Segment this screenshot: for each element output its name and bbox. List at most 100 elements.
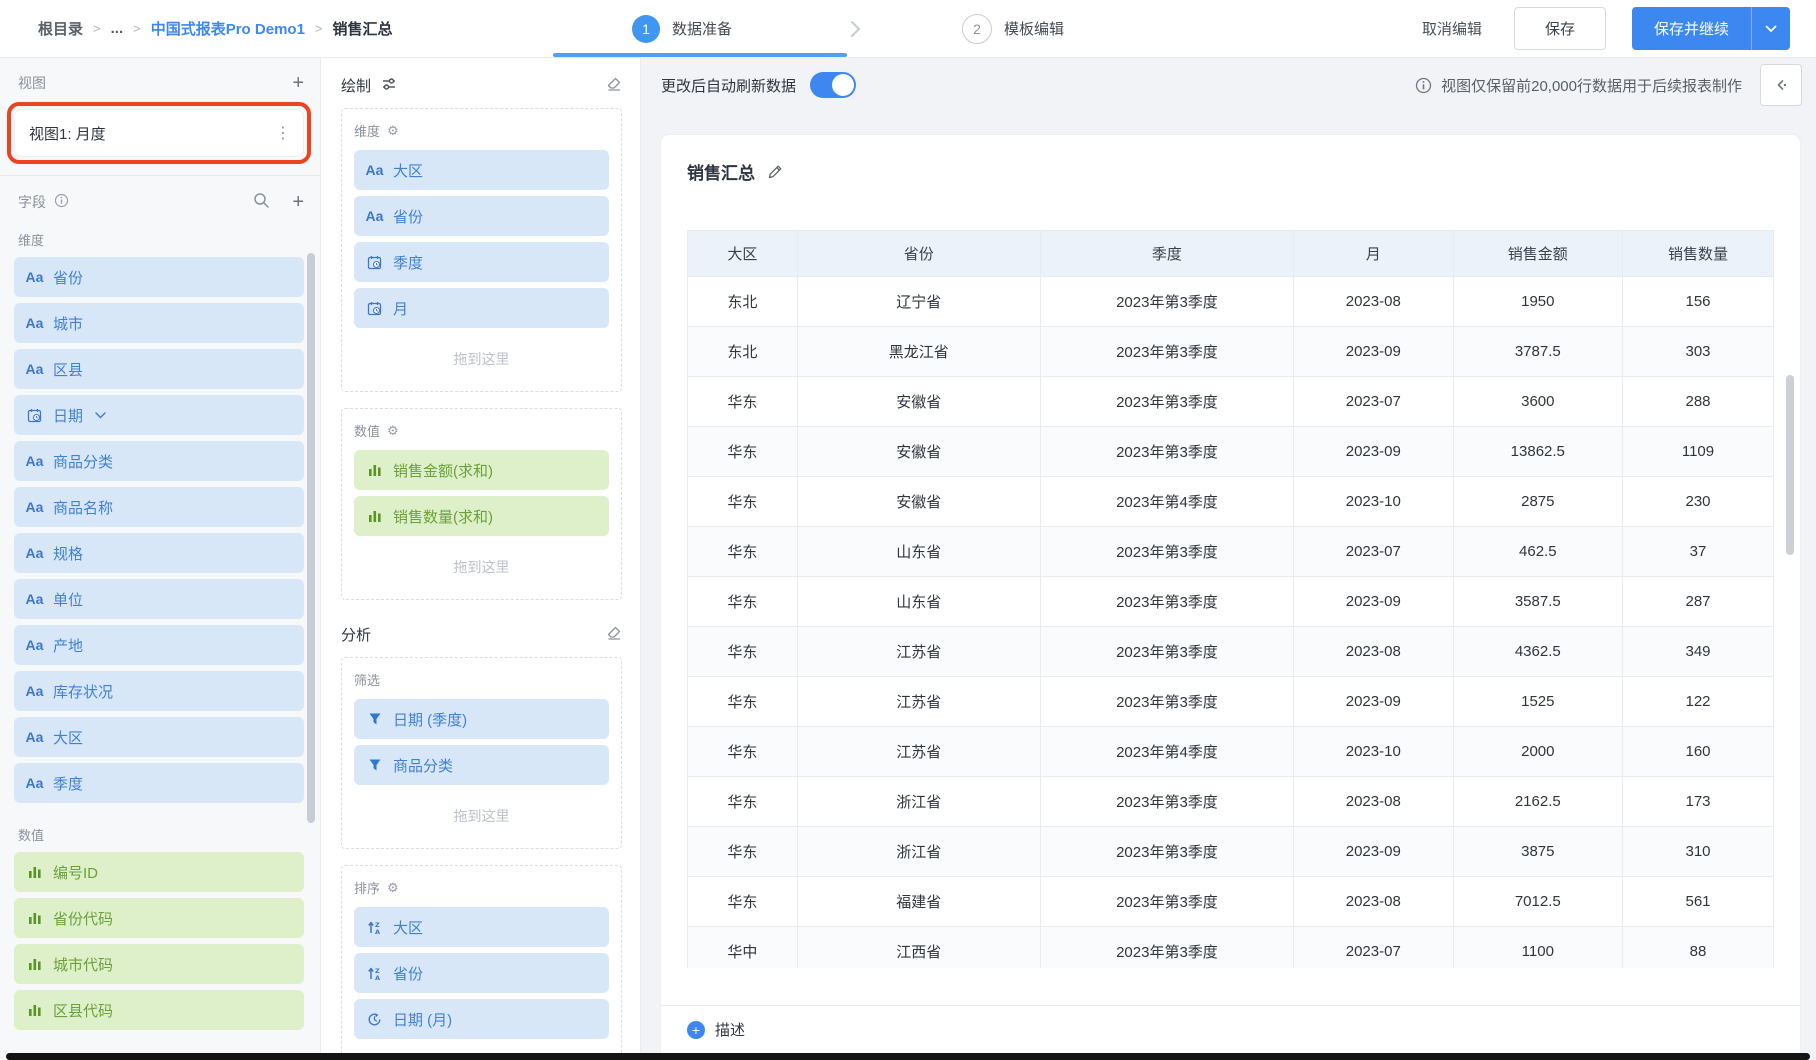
add-description-icon[interactable]: + xyxy=(687,1020,705,1039)
field-chip[interactable]: Aa 规格 xyxy=(14,533,304,573)
add-view-button[interactable]: + xyxy=(292,73,304,93)
field-chip[interactable]: 月 xyxy=(354,288,609,328)
table-cell: 2023-08 xyxy=(1292,626,1454,677)
table-cell: 华东 xyxy=(687,726,798,777)
field-chip[interactable]: 销售数量(求和) xyxy=(354,496,609,536)
step-data-preparation[interactable]: 1 数据准备 xyxy=(632,0,732,57)
field-chip[interactable]: Aa 省份 xyxy=(354,196,609,236)
main-content: 更改后自动刷新数据 视图仅保留前20,000行数据用于后续报表制作 销售汇总 大… xyxy=(641,57,1816,1060)
search-fields-icon[interactable] xyxy=(253,192,270,212)
info-icon xyxy=(54,193,69,211)
draw-dimensions-label: 维度 ⚙ xyxy=(354,122,399,140)
field-chip[interactable]: Aa 大区 xyxy=(354,150,609,190)
field-chip[interactable]: Aa 产地 xyxy=(14,625,304,665)
field-chip[interactable]: 销售金额(求和) xyxy=(354,450,609,490)
drop-hint: 拖到这里 xyxy=(453,559,510,575)
field-chip[interactable]: Aa 省份 xyxy=(14,257,304,297)
table-row: 华东 江苏省 2023年第3季度 2023-08 4362.5 349 xyxy=(687,626,1774,677)
analysis-header: 分析 xyxy=(321,616,640,657)
bar-chart-icon xyxy=(26,911,43,925)
clear-draw-eraser-icon[interactable] xyxy=(606,76,622,96)
collapse-icon xyxy=(1777,80,1786,90)
field-chip[interactable]: 日期 (季度) xyxy=(354,699,609,739)
cancel-edit-button[interactable]: 取消编辑 xyxy=(1416,17,1488,40)
table-cell: 2023年第3季度 xyxy=(1039,426,1294,477)
field-chip-label: 城市 xyxy=(53,315,84,333)
row-limit-notice: 视图仅保留前20,000行数据用于后续报表制作 xyxy=(1415,75,1742,96)
sidebar-scrollbar[interactable] xyxy=(307,253,315,823)
field-chip-label: 大区 xyxy=(53,729,84,747)
left-sidebar: 视图 + 视图1: 月度 ⋮ 字段 + 维度 Aa 省份 Aa 城市 Aa 区县 日期 Aa 商… xyxy=(0,57,321,1060)
field-chip[interactable]: Aa 季度 xyxy=(14,763,304,803)
table-cell: 2023-07 xyxy=(1292,526,1454,577)
table-cell: 华东 xyxy=(687,576,798,627)
breadcrumb-parent[interactable]: 中国式报表Pro Demo1 xyxy=(151,18,305,39)
sliders-icon[interactable] xyxy=(381,76,397,96)
field-chip-label: 编号ID xyxy=(53,864,99,882)
table-cell: 东北 xyxy=(687,276,798,327)
field-chip[interactable]: Aa 商品分类 xyxy=(14,441,304,481)
table-row: 华东 福建省 2023年第3季度 2023-08 7012.5 561 xyxy=(687,876,1774,927)
column-header: 销售数量 xyxy=(1622,230,1774,277)
table-scrollbar[interactable] xyxy=(1786,375,1794,555)
field-chip[interactable]: 区县代码 xyxy=(14,990,304,1030)
field-chip[interactable]: Aa 库存状况 xyxy=(14,671,304,711)
field-chip[interactable]: Aa 区县 xyxy=(14,349,304,389)
save-and-continue-button[interactable]: 保存并继续 xyxy=(1631,7,1790,50)
field-chip[interactable]: 季度 xyxy=(354,242,609,282)
clear-analysis-eraser-icon[interactable] xyxy=(606,625,622,645)
step-template-edit[interactable]: 2 模板编辑 xyxy=(962,0,1064,57)
add-field-button[interactable]: + xyxy=(292,192,304,212)
table-cell: 2023年第3季度 xyxy=(1039,526,1294,577)
collapse-panel-button[interactable] xyxy=(1760,64,1802,106)
field-chip[interactable]: 省份代码 xyxy=(14,898,304,938)
breadcrumb-root[interactable]: 根目录 xyxy=(38,18,83,39)
field-chip-label: 城市代码 xyxy=(53,956,114,974)
field-chip-label: 省份 xyxy=(393,208,424,226)
field-chip[interactable]: Aa 商品名称 xyxy=(14,487,304,527)
measures-section-label: 数值 xyxy=(18,828,45,843)
field-chip[interactable]: Z A 大区 xyxy=(354,907,609,947)
time-sort-icon xyxy=(366,1012,383,1027)
table-row: 华东 浙江省 2023年第3季度 2023-09 3875 310 xyxy=(687,826,1774,877)
field-chip-label: 商品名称 xyxy=(53,499,114,517)
table-cell: 3787.5 xyxy=(1452,326,1624,377)
measure-field-list: 编号ID 省份代码城市代码区县代码 xyxy=(0,852,320,1030)
field-chip[interactable]: 城市代码 xyxy=(14,944,304,984)
save-button[interactable]: 保存 xyxy=(1513,7,1606,50)
field-chip[interactable]: 商品分类 xyxy=(354,745,609,785)
view-item-monthly[interactable]: 视图1: 月度 ⋮ xyxy=(14,109,304,157)
calendar-icon xyxy=(26,408,43,423)
edit-title-pencil-icon[interactable] xyxy=(767,163,784,180)
bar-chart-icon xyxy=(26,1003,43,1017)
table-cell: 303 xyxy=(1622,326,1774,377)
field-chip-label: 省份 xyxy=(53,269,84,287)
gear-icon[interactable]: ⚙ xyxy=(387,880,399,896)
field-chip[interactable]: Aa 大区 xyxy=(14,717,304,757)
gear-icon[interactable]: ⚙ xyxy=(387,423,399,439)
table-cell: 浙江省 xyxy=(796,776,1041,827)
auto-refresh-toggle[interactable] xyxy=(810,72,857,98)
gear-icon[interactable]: ⚙ xyxy=(387,123,399,139)
column-header: 大区 xyxy=(687,230,798,277)
field-chip[interactable]: Z A 省份 xyxy=(354,953,609,993)
table-cell: 1109 xyxy=(1622,426,1774,477)
breadcrumb-ellipsis[interactable]: ... xyxy=(111,20,124,37)
table-cell: 156 xyxy=(1622,276,1774,327)
table-cell: 辽宁省 xyxy=(796,276,1041,327)
field-chip[interactable]: 编号ID xyxy=(14,852,304,892)
table-cell: 13862.5 xyxy=(1452,426,1624,477)
field-chip[interactable]: 日期 (月) xyxy=(354,999,609,1039)
calendar-icon xyxy=(366,301,383,316)
field-chip[interactable]: Aa 城市 xyxy=(14,303,304,343)
field-chip[interactable]: Aa 单位 xyxy=(14,579,304,619)
sort-box: 排序 ⚙ Z A 大区 Z A 省份 日期 (月) xyxy=(341,865,622,1058)
draw-measures-label: 数值 ⚙ xyxy=(354,422,399,440)
field-chip-label: 省份 xyxy=(393,965,424,983)
field-chip[interactable]: 日期 xyxy=(14,395,304,435)
view-more-icon[interactable]: ⋮ xyxy=(275,123,291,143)
step-label: 模板编辑 xyxy=(1004,21,1065,38)
save-options-dropdown[interactable] xyxy=(1751,7,1790,50)
svg-text:A: A xyxy=(375,928,380,935)
fields-panel-title: 字段 xyxy=(18,194,46,210)
